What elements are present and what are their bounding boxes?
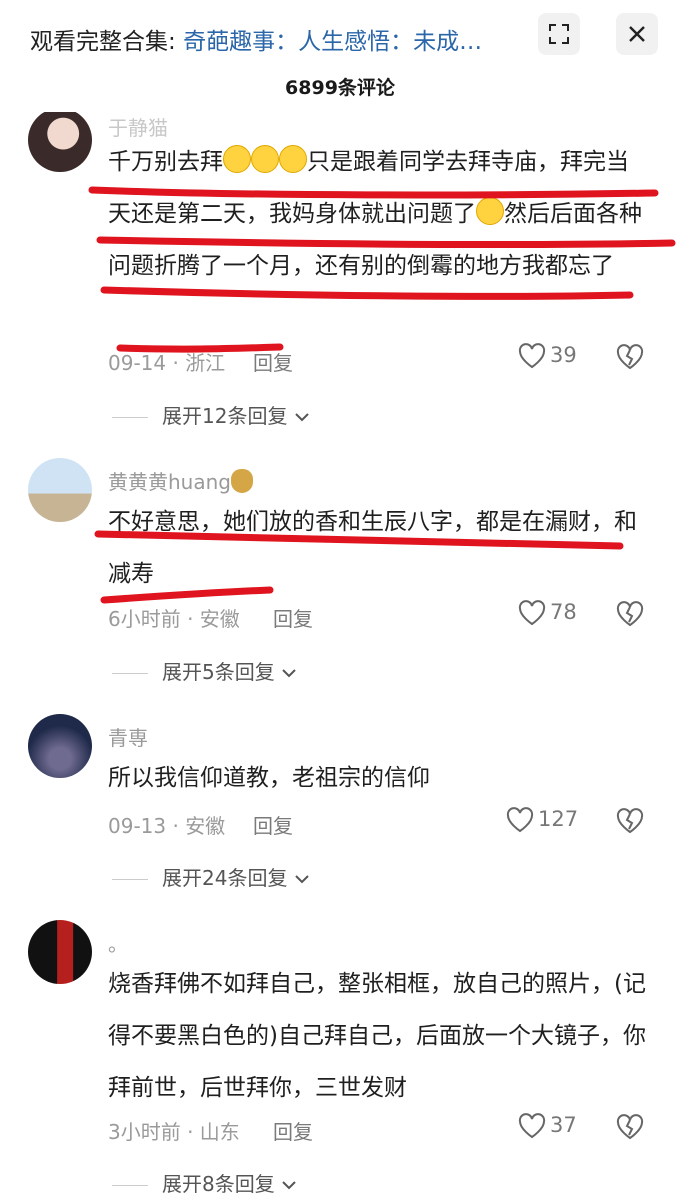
sweat-smile-emoji-icon — [251, 145, 279, 173]
dislike-button[interactable] — [616, 344, 644, 374]
comment-meta: 09-13 · 安徽 — [108, 814, 226, 838]
close-button[interactable] — [616, 13, 658, 55]
collection-prefix: 观看完整合集: — [30, 29, 184, 55]
fullscreen-icon — [549, 24, 569, 44]
comment-text: 千万别去拜 只是跟着同学去拜寺庙，拜完当天还是第二天，我妈身体就出问题了 然后后面各… — [108, 136, 648, 292]
heart-icon — [518, 1113, 546, 1139]
reply-button[interactable]: 回复 — [253, 810, 293, 839]
chevron-down-icon — [295, 413, 309, 422]
comment-username[interactable]: 青専 — [108, 722, 148, 751]
comment-text: 所以我信仰道教，老祖宗的信仰 — [108, 765, 430, 791]
like-button[interactable]: 39 — [518, 343, 577, 369]
like-button[interactable]: 127 — [506, 807, 578, 833]
smile-emoji-icon — [476, 197, 504, 225]
divider — [112, 879, 148, 880]
like-count: 127 — [538, 807, 579, 831]
comment-text: 烧香拜佛不如拜自己，整张相框，放自己的照片，(记得不要黑白色的)自己拜自己，后面… — [108, 971, 646, 1101]
comment-meta: 6小时前 · 安徽 — [108, 607, 240, 631]
heart-icon — [518, 600, 546, 626]
divider — [112, 417, 148, 418]
comment-text: 不好意思，她们放的香和生辰八字，都是在漏财，和减寿 — [108, 509, 637, 587]
avatar[interactable] — [28, 920, 92, 984]
dislike-button[interactable] — [616, 601, 644, 631]
reply-button[interactable]: 回复 — [273, 603, 313, 632]
sweat-smile-emoji-icon — [279, 145, 307, 173]
divider — [112, 673, 148, 674]
like-count: 78 — [550, 600, 577, 624]
like-count: 39 — [550, 343, 577, 367]
broken-heart-icon — [616, 601, 644, 627]
broken-heart-icon — [616, 344, 644, 370]
reply-button[interactable]: 回复 — [273, 1116, 313, 1145]
sweat-smile-emoji-icon — [223, 145, 251, 173]
comment-meta: 09-14 · 浙江 — [108, 351, 226, 375]
chevron-down-icon — [282, 669, 296, 678]
fullscreen-button[interactable] — [538, 13, 580, 55]
avatar[interactable] — [28, 108, 92, 172]
expand-replies-button[interactable]: 展开24条回复 — [112, 862, 310, 891]
chevron-down-icon — [295, 875, 309, 884]
like-button[interactable]: 37 — [518, 1113, 577, 1139]
dislike-button[interactable] — [616, 808, 644, 838]
comment-meta: 3小时前 · 山东 — [108, 1120, 240, 1144]
expand-replies-button[interactable]: 展开12条回复 — [112, 400, 310, 429]
money-bag-emoji-icon — [230, 469, 253, 493]
chevron-down-icon — [282, 1181, 296, 1190]
collection-link[interactable]: 观看完整合集: 奇葩趣事：人生感悟：未成… — [30, 22, 482, 56]
broken-heart-icon — [616, 1114, 644, 1140]
avatar[interactable] — [28, 458, 92, 522]
expand-replies-button[interactable]: 展开5条回复 — [112, 656, 297, 685]
expand-replies-button[interactable]: 展开8条回复 — [112, 1168, 297, 1197]
dislike-button[interactable] — [616, 1114, 644, 1144]
heart-icon — [506, 807, 534, 833]
divider — [112, 1185, 148, 1186]
comment-count: 6899条评论 — [285, 77, 395, 99]
comments-header: 观看完整合集: 奇葩趣事：人生感悟：未成… 6899条评论 — [0, 0, 680, 112]
like-button[interactable]: 78 — [518, 600, 577, 626]
broken-heart-icon — [616, 808, 644, 834]
collection-title[interactable]: 奇葩趣事：人生感悟：未成… — [183, 29, 482, 55]
avatar[interactable] — [28, 714, 92, 778]
comment-username[interactable]: 黄黄黄huang — [108, 466, 253, 495]
heart-icon — [518, 343, 546, 369]
like-count: 37 — [550, 1113, 577, 1137]
close-icon — [629, 26, 645, 42]
reply-button[interactable]: 回复 — [253, 347, 293, 376]
comment-username[interactable]: 。 — [108, 928, 128, 957]
